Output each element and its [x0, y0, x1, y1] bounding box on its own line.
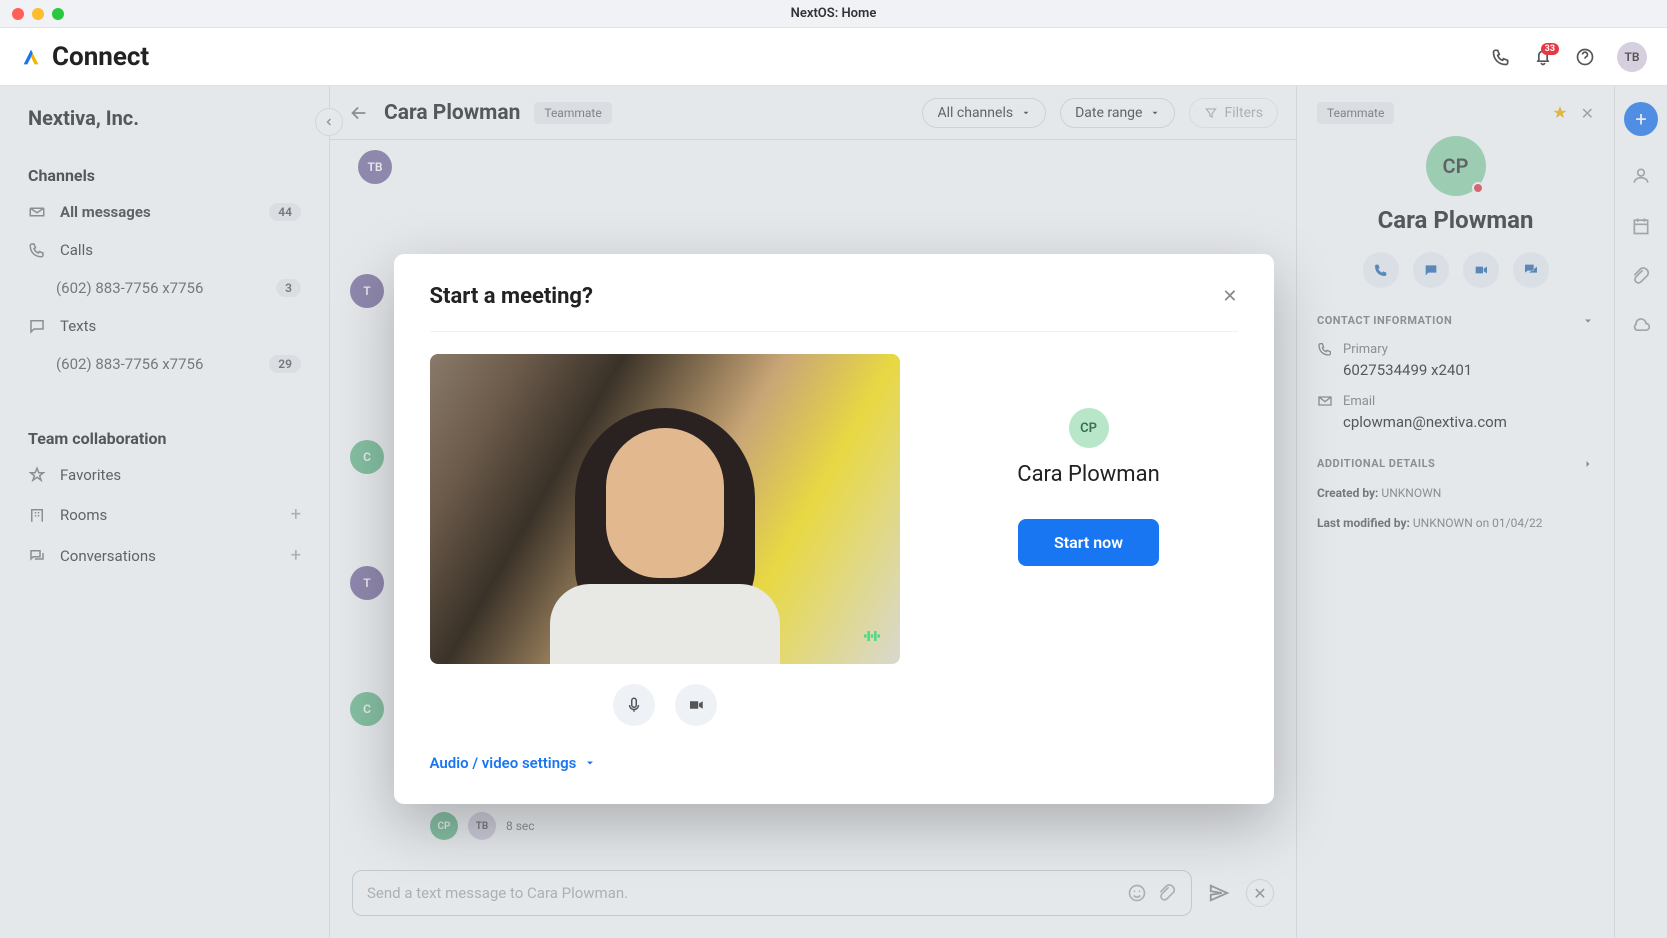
chevron-down-icon	[584, 757, 596, 769]
preview-self-video	[545, 384, 785, 664]
logo[interactable]: Connect	[20, 42, 149, 72]
app-name: Connect	[52, 42, 149, 72]
maximize-window-icon[interactable]	[52, 8, 64, 20]
audio-level-icon	[862, 626, 882, 646]
help-icon[interactable]	[1575, 47, 1595, 67]
av-settings-link[interactable]: Audio / video settings	[430, 754, 900, 772]
dialer-icon[interactable]	[1491, 47, 1511, 67]
camera-icon	[687, 696, 705, 714]
start-meeting-modal: Start a meeting? ✕	[394, 254, 1274, 804]
modal-title: Start a meeting?	[430, 284, 593, 309]
modal-overlay[interactable]: Start a meeting? ✕	[0, 86, 1667, 938]
user-avatar[interactable]: TB	[1617, 42, 1647, 72]
invitee-avatar: CP	[1069, 408, 1109, 448]
video-preview	[430, 354, 900, 664]
titlebar: NextOS: Home	[0, 0, 1667, 28]
app-logo-icon	[20, 46, 42, 68]
invitee-panel: CP Cara Plowman Start now	[940, 354, 1238, 566]
notification-badge: 33	[1541, 43, 1559, 55]
toggle-mic-button[interactable]	[613, 684, 655, 726]
invitee-name: Cara Plowman	[1017, 462, 1159, 487]
start-now-button[interactable]: Start now	[1018, 519, 1159, 566]
app-header: Connect 33 TB	[0, 28, 1667, 86]
close-window-icon[interactable]	[12, 8, 24, 20]
main-layout: Nextiva, Inc. Channels All messages 44 C…	[0, 86, 1667, 938]
toggle-camera-button[interactable]	[675, 684, 717, 726]
modal-close-button[interactable]: ✕	[1222, 286, 1237, 307]
window-controls	[0, 8, 64, 20]
notifications-icon[interactable]: 33	[1533, 47, 1553, 67]
microphone-icon	[625, 696, 643, 714]
minimize-window-icon[interactable]	[32, 8, 44, 20]
window-title: NextOS: Home	[791, 6, 877, 21]
